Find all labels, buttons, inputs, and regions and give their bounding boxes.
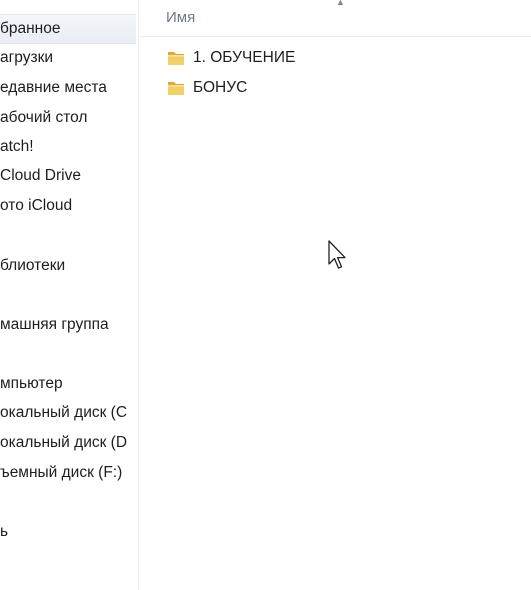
nav-item-label: Cloud Drive	[0, 167, 81, 184]
nav-item-icloud-drive[interactable]: Cloud Drive	[0, 167, 81, 185]
nav-item-label: окальный диск (D	[0, 434, 128, 451]
nav-item-local-disk-d[interactable]: окальный диск (D	[0, 434, 127, 452]
navigation-pane: бранное агрузки едавние места абочий сто…	[0, 0, 139, 590]
nav-item-label: ото iCloud	[0, 197, 73, 214]
nav-item-label: едавние места	[0, 79, 107, 96]
nav-item-recent-places[interactable]: едавние места	[0, 79, 107, 97]
folder-item-obuchenie[interactable]: 1. ОБУЧЕНИЕ	[166, 47, 295, 69]
nav-item-favorites[interactable]: бранное	[0, 20, 60, 38]
nav-item-watch[interactable]: atch!	[0, 138, 34, 156]
nav-item-label: блиотеки	[0, 257, 66, 274]
nav-item-label: абочий стол	[0, 109, 88, 126]
folder-label: 1. ОБУЧЕНИЕ	[193, 49, 296, 66]
column-header-bar: Имя ▲	[140, 0, 531, 37]
nav-item-icloud-photos[interactable]: ото iCloud	[0, 197, 72, 215]
nav-item-network[interactable]: ь	[0, 523, 8, 541]
folder-label: БОНУС	[193, 79, 248, 96]
nav-item-downloads[interactable]: агрузки	[0, 49, 53, 67]
folder-icon	[168, 52, 184, 65]
nav-item-label: atch!	[0, 138, 34, 155]
nav-item-removable-disk-f[interactable]: ъемный диск (F:)	[0, 464, 122, 482]
folder-item-bonus[interactable]: БОНУС	[166, 77, 247, 99]
nav-item-label: окальный диск (C	[0, 404, 128, 421]
nav-item-label: ь	[0, 523, 9, 540]
nav-item-computer[interactable]: мпьютер	[0, 375, 63, 393]
nav-item-label: машняя группа	[0, 316, 109, 333]
folder-icon	[168, 82, 184, 95]
column-header-name[interactable]: Имя	[166, 9, 195, 26]
nav-item-label: бранное	[0, 20, 61, 37]
nav-item-local-disk-c[interactable]: окальный диск (C	[0, 404, 127, 422]
nav-item-label: ъемный диск (F:)	[0, 464, 123, 481]
nav-item-homegroup[interactable]: машняя группа	[0, 316, 109, 334]
nav-item-desktop[interactable]: абочий стол	[0, 109, 87, 127]
nav-item-label: агрузки	[0, 49, 54, 66]
nav-item-label: мпьютер	[0, 375, 63, 392]
mouse-cursor-icon	[328, 240, 346, 269]
sort-up-icon: ▲	[336, 0, 345, 7]
nav-item-libraries[interactable]: блиотеки	[0, 257, 65, 275]
